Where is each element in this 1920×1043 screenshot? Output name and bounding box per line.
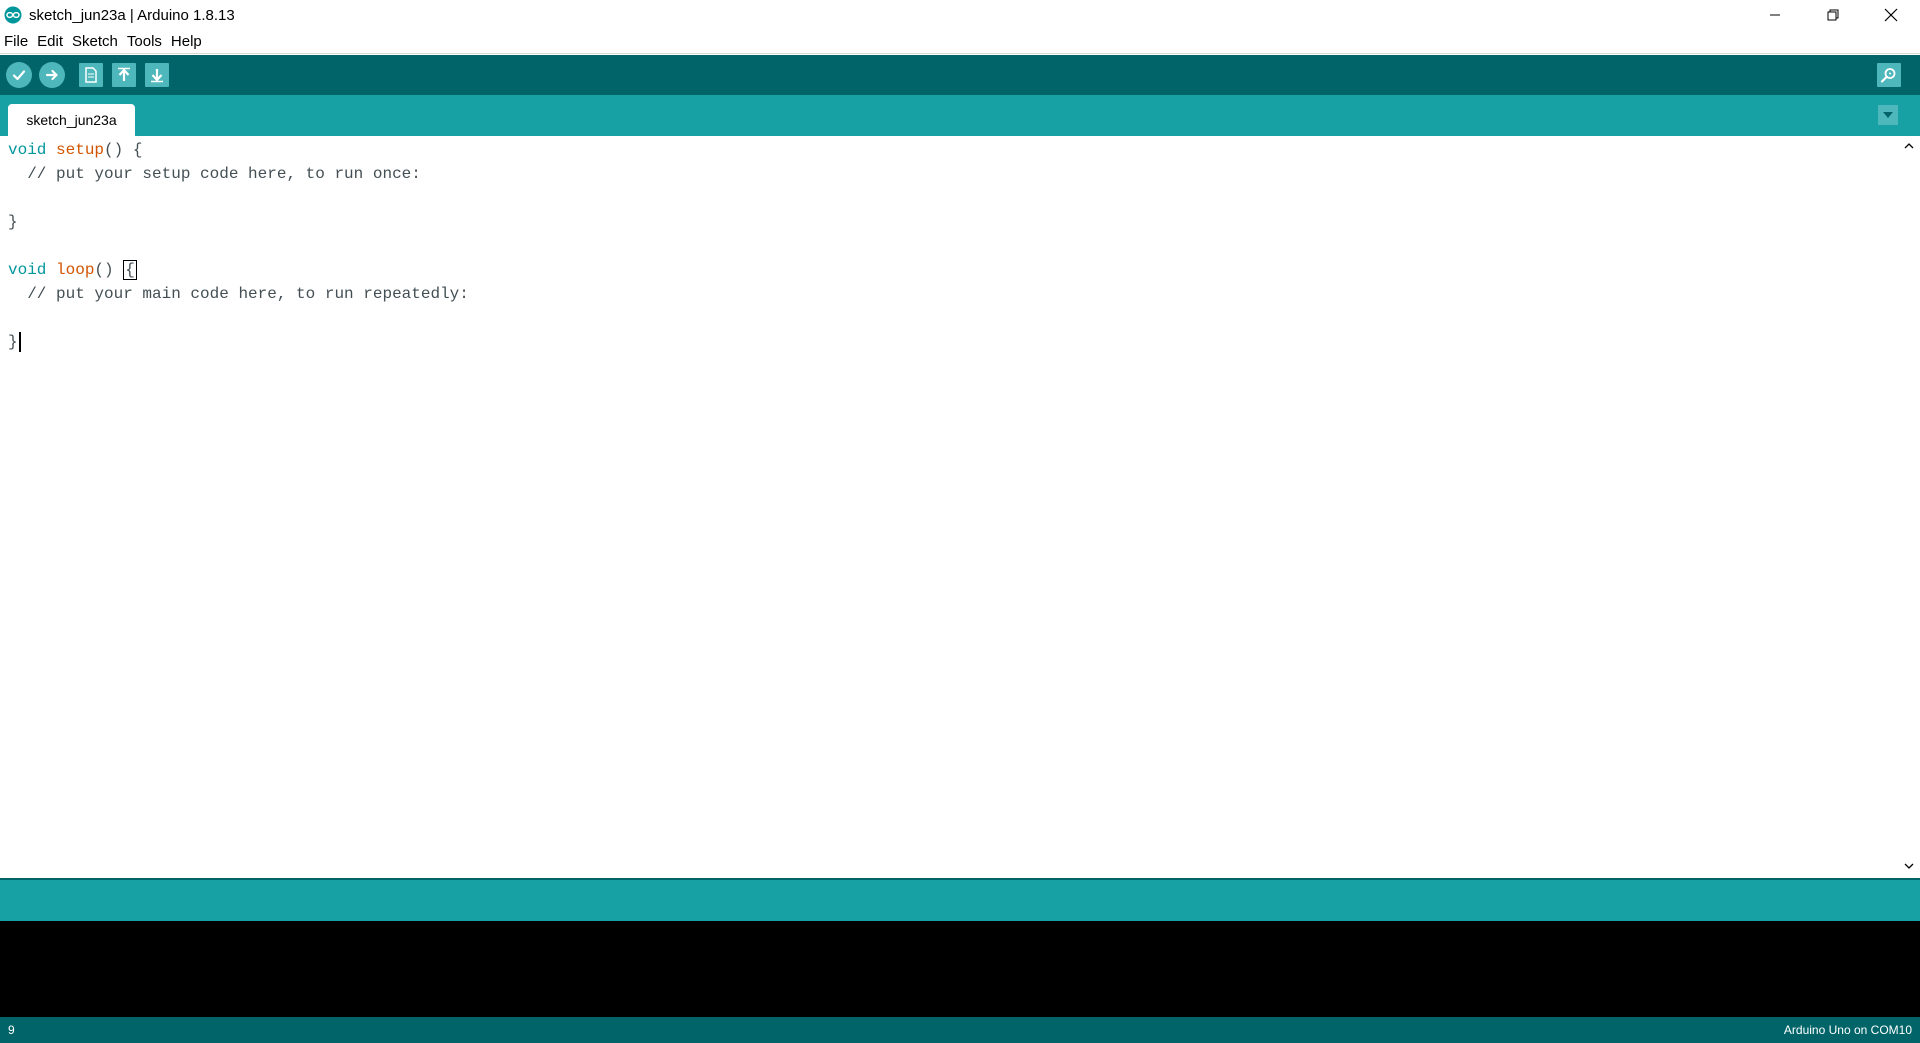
- new-icon: [85, 67, 97, 83]
- status-footer: 9 Arduino Uno on COM10: [0, 1017, 1920, 1043]
- window-controls: [1746, 0, 1920, 30]
- board-port-status: Arduino Uno on COM10: [1783, 1023, 1912, 1037]
- text-caret: [18, 331, 21, 352]
- save-icon: [151, 69, 163, 83]
- code-line-9: }: [8, 330, 21, 354]
- menu-edit[interactable]: Edit: [37, 33, 63, 50]
- open-button[interactable]: [112, 63, 136, 87]
- menu-bar: File Edit Sketch Tools Help: [0, 30, 1920, 54]
- tab-menu-button[interactable]: [1878, 105, 1898, 125]
- menu-file[interactable]: File: [4, 33, 28, 50]
- menu-sketch[interactable]: Sketch: [72, 33, 118, 50]
- toolbar: [0, 55, 1920, 95]
- code-line-1: void setup() {: [8, 138, 142, 162]
- scroll-up-button[interactable]: [1903, 140, 1915, 152]
- save-button[interactable]: [145, 63, 169, 87]
- keyword-void: void: [8, 141, 47, 159]
- restore-button[interactable]: [1804, 0, 1862, 30]
- matching-bracket: {: [123, 260, 137, 280]
- menu-help[interactable]: Help: [171, 33, 202, 50]
- console-output[interactable]: [0, 921, 1920, 1017]
- code-line-4: }: [8, 213, 18, 231]
- verify-button[interactable]: [6, 62, 32, 88]
- minimize-button[interactable]: [1746, 0, 1804, 30]
- close-icon: [1884, 8, 1898, 22]
- keyword-void: void: [8, 261, 47, 279]
- chevron-up-icon: [1904, 143, 1914, 149]
- code-line-6: void loop() {: [8, 258, 137, 282]
- new-button[interactable]: [79, 63, 103, 87]
- verify-icon: [12, 70, 26, 81]
- code-editor[interactable]: void setup() { // put your setup code he…: [0, 136, 1898, 878]
- arduino-infinity-icon: [4, 6, 22, 24]
- code-line-7: // put your main code here, to run repea…: [8, 285, 469, 303]
- upload-icon: [45, 69, 58, 81]
- function-loop: loop: [56, 261, 95, 279]
- line-number: 9: [8, 1023, 15, 1037]
- chevron-down-icon: [1904, 863, 1914, 869]
- code-text: }: [8, 333, 18, 351]
- close-button[interactable]: [1862, 0, 1920, 30]
- code-text: () {: [104, 141, 143, 159]
- scroll-down-button[interactable]: [1903, 860, 1915, 872]
- title-bar: sketch_jun23a | Arduino 1.8.13: [0, 0, 1920, 30]
- window-title: sketch_jun23a | Arduino 1.8.13: [29, 6, 235, 24]
- editor-scrollbar[interactable]: [1898, 136, 1920, 878]
- tab-sketch[interactable]: sketch_jun23a: [8, 104, 135, 136]
- restore-icon: [1827, 9, 1839, 21]
- message-bar: [0, 878, 1920, 921]
- function-setup: setup: [56, 141, 105, 159]
- upload-button[interactable]: [39, 62, 65, 88]
- minimize-icon: [1770, 14, 1780, 16]
- code-line-2: // put your setup code here, to run once…: [8, 165, 421, 183]
- code-text: (): [94, 261, 124, 279]
- menu-tools[interactable]: Tools: [127, 33, 162, 50]
- serial-monitor-icon: [1880, 68, 1896, 83]
- serial-monitor-button[interactable]: [1877, 63, 1901, 87]
- tab-strip: sketch_jun23a: [0, 95, 1920, 136]
- open-icon: [118, 67, 130, 81]
- chevron-down-icon: [1883, 112, 1893, 118]
